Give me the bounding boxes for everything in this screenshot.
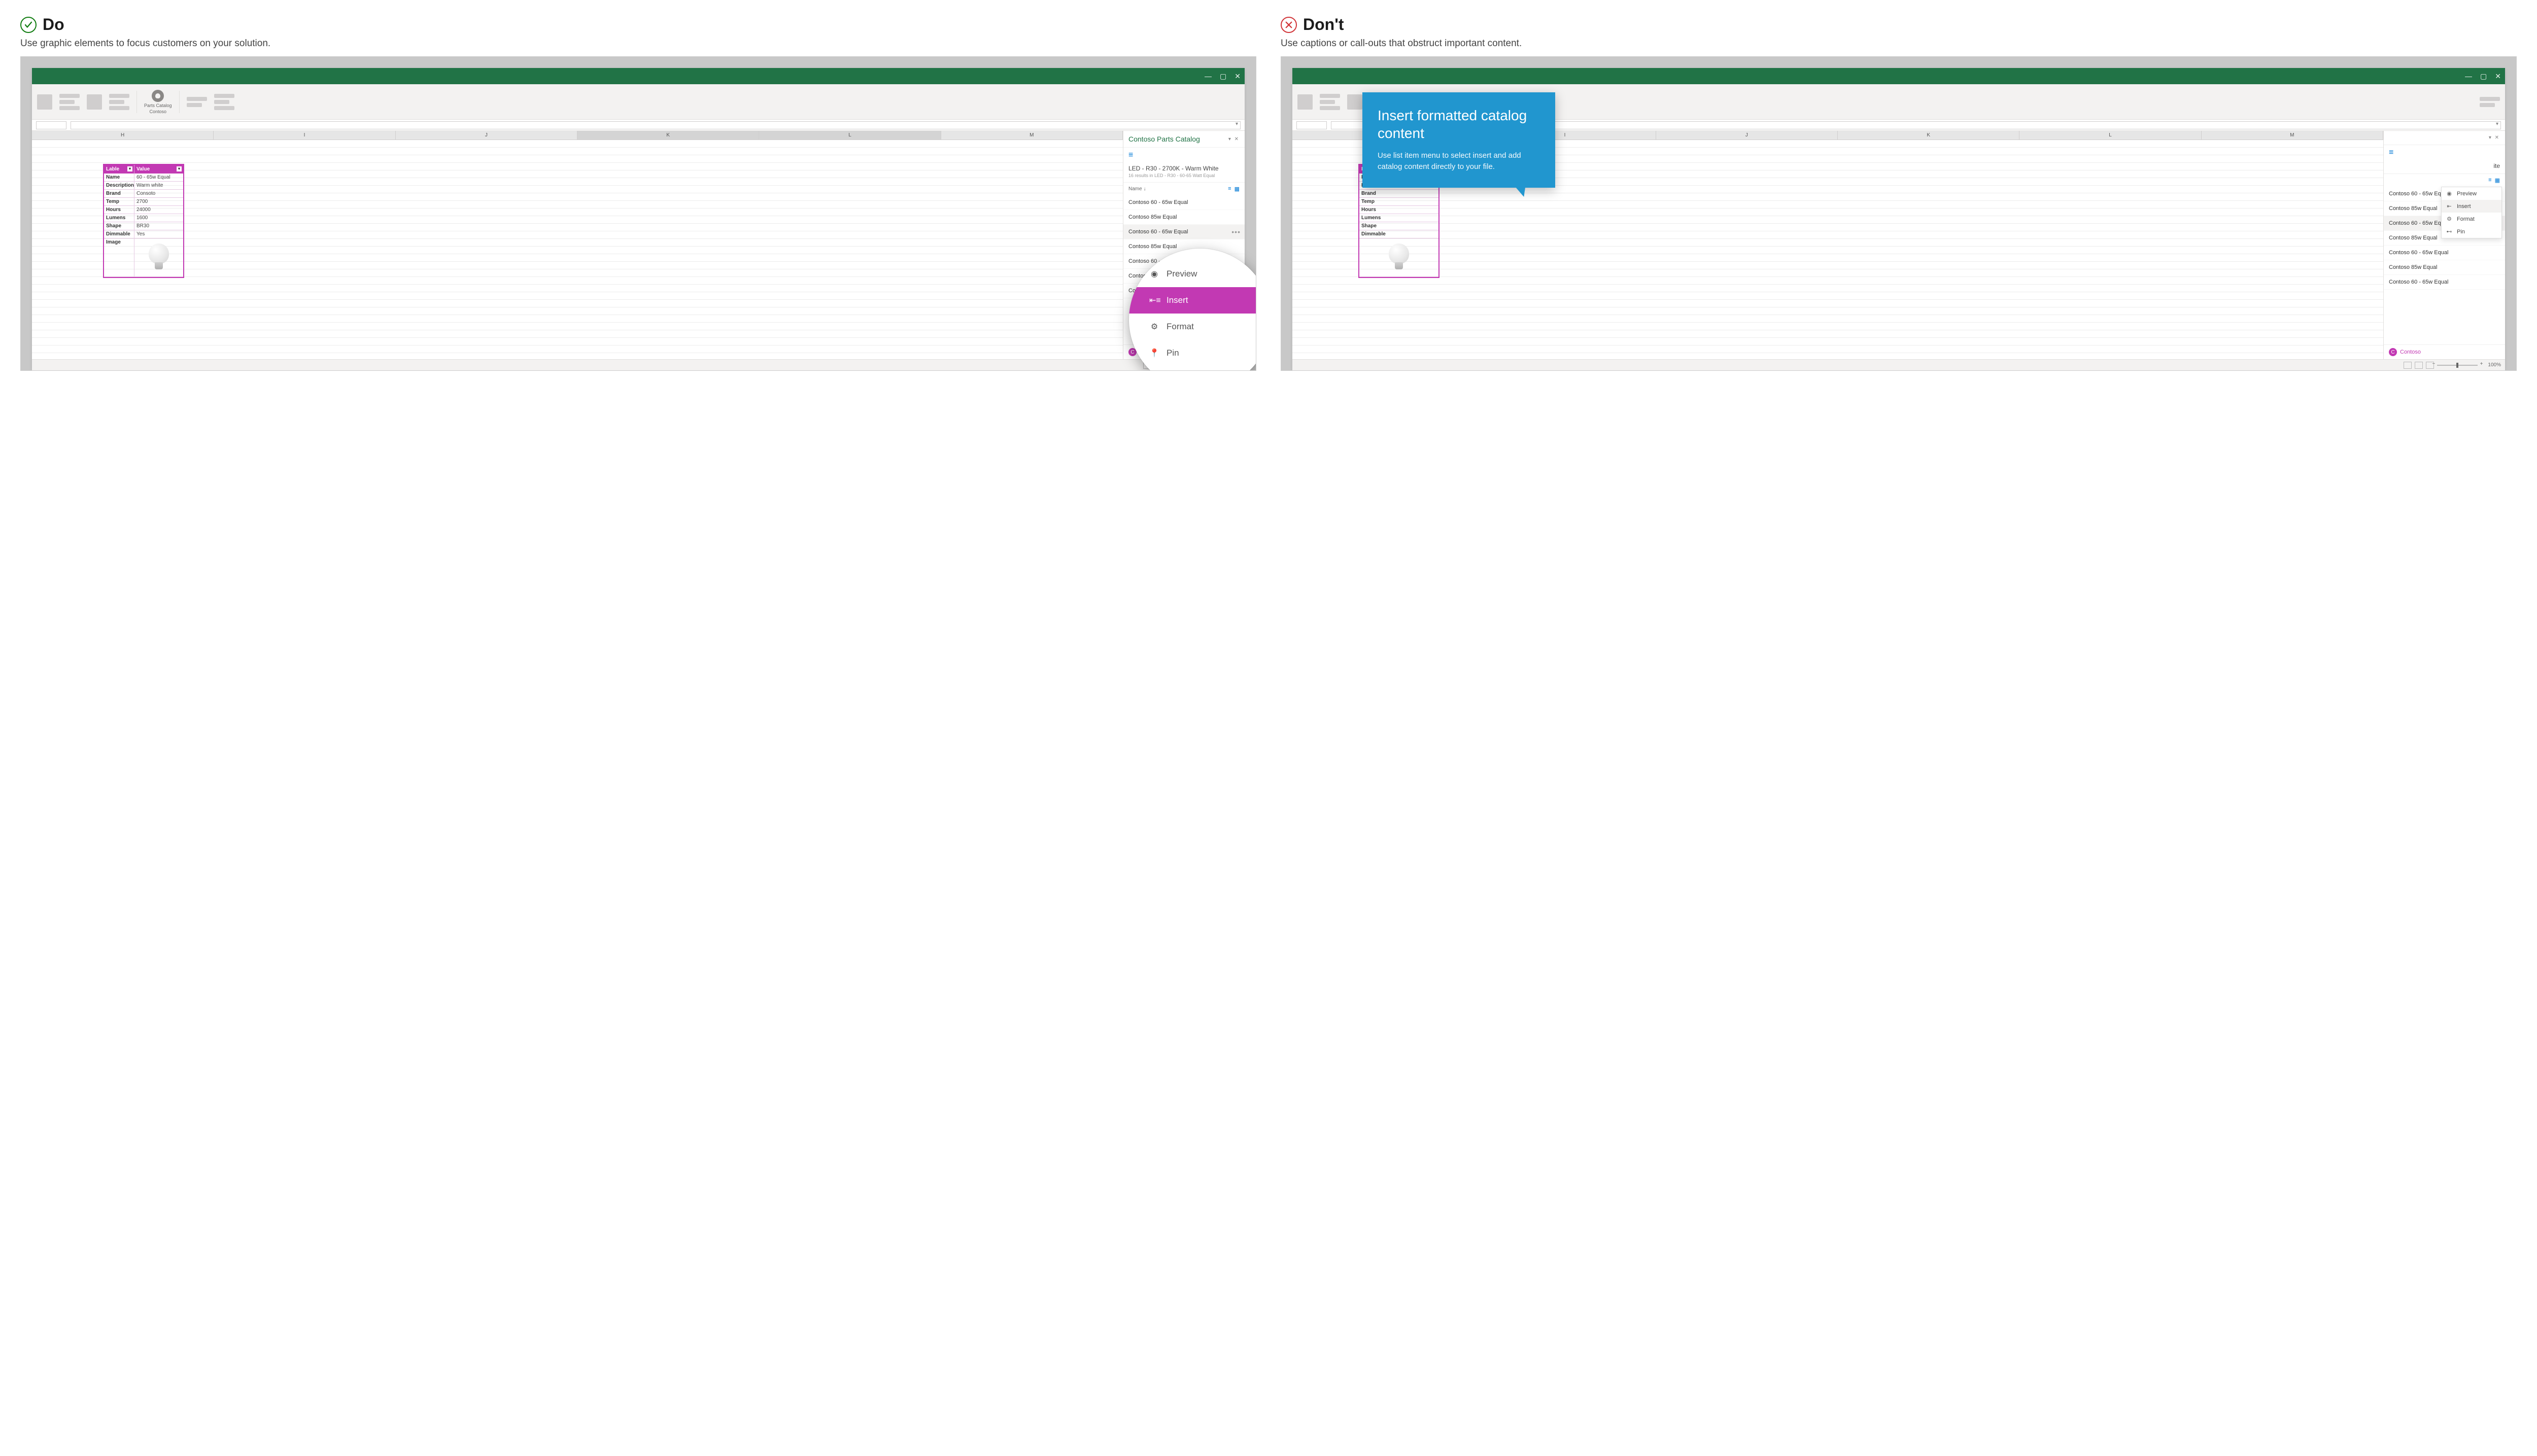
more-icon[interactable]: ••• <box>1231 228 1241 236</box>
callout-heading: Insert formatted catalog content <box>1378 107 1540 142</box>
hamburger-icon[interactable]: ≡ <box>2384 145 2505 160</box>
pane-controls[interactable]: ▾ ✕ <box>2489 135 2500 141</box>
do-title: Do <box>43 15 64 34</box>
pane-sub: 16 results in LED - R30 - 60-65 Watt Equ… <box>1128 173 1240 178</box>
list-item[interactable]: Contoso 60 - 65w Equal <box>2384 275 2505 290</box>
dont-column: Don't Use captions or call-outs that obs… <box>1281 15 2517 371</box>
ctx-insert[interactable]: ⇤Insert <box>2442 200 2501 213</box>
ribbon-addin-label2: Contoso <box>150 109 167 114</box>
pin-icon: ⊷ <box>2446 228 2453 235</box>
lightbulb-image <box>1389 244 1409 271</box>
pane-name-label: Name <box>1128 186 1142 192</box>
minimize-button[interactable]: — <box>2465 72 2472 80</box>
maximize-button[interactable]: ▢ <box>1220 72 1226 81</box>
sort-icon[interactable]: ↓ <box>1143 186 1146 192</box>
worksheet[interactable]: HIJ KLM <box>32 131 1123 359</box>
insert-icon: ⇤ <box>2446 203 2453 210</box>
pane-product: ite <box>2389 162 2500 169</box>
view-layout-icon[interactable] <box>2415 362 2423 369</box>
table-image-cell <box>1359 238 1438 276</box>
list-item[interactable]: Contoso 60 - 65w Equal <box>1123 195 1245 210</box>
dont-screenshot-frame: — ▢ ✕ <box>1281 56 2517 371</box>
dont-subtitle: Use captions or call-outs that obstruct … <box>1281 38 2517 49</box>
ribbon-addin-label1: Parts Catalog <box>144 103 172 108</box>
pane-footer: C Contoso <box>2384 344 2505 359</box>
hamburger-icon[interactable]: ≡ <box>1123 148 1245 163</box>
lightbulb-image <box>149 244 169 271</box>
preview-icon: ◉ <box>1149 269 1159 279</box>
table-image-cell <box>134 238 183 276</box>
do-badge-icon <box>20 17 37 33</box>
titlebar: — ▢ ✕ <box>1292 68 2505 84</box>
context-menu: ◉Preview ⇤Insert ⚙Format ⊷Pin <box>2441 187 2502 238</box>
ctx-pin[interactable]: ⊷Pin <box>2442 225 2501 238</box>
formula-input[interactable] <box>71 121 1241 129</box>
column-headers: HIJ KLM <box>32 131 1123 140</box>
grid-view-icon[interactable]: ▦ <box>2495 177 2500 184</box>
excel-window: — ▢ ✕ Parts Catalog Contoso <box>32 68 1245 370</box>
ctx-format[interactable]: ⚙Format <box>2442 213 2501 225</box>
name-box[interactable] <box>1296 121 1327 129</box>
callout-body: Use list item menu to select insert and … <box>1378 150 1540 172</box>
pane-product: LED - R30 - 2700K - Warm White <box>1128 165 1240 172</box>
list-view-icon[interactable]: ≡ <box>2488 177 2491 184</box>
dont-badge-icon <box>1281 17 1297 33</box>
ctx-preview[interactable]: ◉Preview <box>2442 187 2501 200</box>
table-header-value[interactable]: Value <box>134 165 183 174</box>
pin-icon: 📍 <box>1149 348 1159 358</box>
lightbulb-icon <box>152 90 164 102</box>
do-column: Do Use graphic elements to focus custome… <box>20 15 1256 371</box>
list-item[interactable]: Contoso 60 - 65w Equal <box>2384 246 2505 260</box>
list-item[interactable]: Contoso 85w Equal <box>2384 260 2505 275</box>
task-pane: ▾ ✕ ≡ ite ≡▦ Contoso 60 - 65w Equal Con <box>2383 131 2505 359</box>
preview-icon: ◉ <box>2446 190 2453 197</box>
ribbon-addin-button[interactable]: Parts Catalog Contoso <box>144 90 172 114</box>
formula-bar <box>32 120 1245 131</box>
do-subtitle: Use graphic elements to focus customers … <box>20 38 1256 49</box>
close-button[interactable]: ✕ <box>1235 72 1241 81</box>
menu-format[interactable]: ⚙Format <box>1129 314 1256 340</box>
statusbar: 100% <box>32 359 1245 370</box>
menu-insert[interactable]: ⇤≡Insert <box>1129 287 1256 314</box>
do-screenshot-frame: — ▢ ✕ Parts Catalog Contoso <box>20 56 1256 371</box>
format-icon: ⚙ <box>1149 322 1159 332</box>
list-item[interactable]: Contoso 85w Equal <box>1123 210 1245 225</box>
titlebar: — ▢ ✕ <box>32 68 1245 84</box>
grid-view-icon[interactable]: ▦ <box>1235 186 1240 192</box>
zoom-slider[interactable] <box>2437 365 2478 366</box>
minimize-button[interactable]: — <box>1205 72 1212 80</box>
view-normal-icon[interactable] <box>2404 362 2412 369</box>
close-button[interactable]: ✕ <box>2495 72 2501 81</box>
statusbar: 100% <box>1292 359 2505 370</box>
footer-logo-icon: C <box>2389 348 2397 356</box>
list-item[interactable]: Contoso 60 - 65w Equal••• <box>1123 225 1245 239</box>
name-box[interactable] <box>36 121 66 129</box>
callout-bubble: Insert formatted catalog content Use lis… <box>1362 92 1555 188</box>
dont-title: Don't <box>1303 15 1344 34</box>
list-view-icon[interactable]: ≡ <box>1228 186 1231 192</box>
ribbon: Parts Catalog Contoso <box>32 84 1245 120</box>
inserted-table: Lable Value Name60 - 65w Equal Descripti… <box>103 164 184 278</box>
format-icon: ⚙ <box>2446 216 2453 222</box>
table-header-label[interactable]: Lable <box>104 165 134 174</box>
footer-name: Contoso <box>2400 349 2421 355</box>
pane-title: Contoso Parts Catalog <box>1128 135 1200 143</box>
zoom-label: 100% <box>2488 362 2501 368</box>
menu-pin[interactable]: 📍Pin <box>1129 340 1256 366</box>
insert-icon: ⇤≡ <box>1149 295 1159 305</box>
pane-controls[interactable]: ▾ ✕ <box>1228 136 1240 142</box>
maximize-button[interactable]: ▢ <box>2480 72 2487 81</box>
